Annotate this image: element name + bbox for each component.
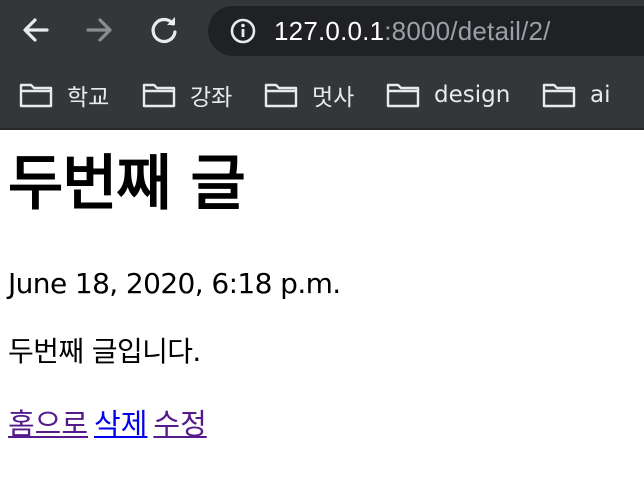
folder-icon bbox=[142, 83, 176, 108]
bookmark-folder-school[interactable]: 학교 bbox=[19, 79, 109, 111]
post-date: June 18, 2020, 6:18 p.m. bbox=[8, 267, 341, 300]
bookmark-label: ai bbox=[590, 82, 611, 108]
back-arrow-icon bbox=[23, 18, 49, 42]
bookmark-folder-courses[interactable]: 강좌 bbox=[142, 79, 232, 111]
bookmark-folder-ai[interactable]: ai bbox=[542, 79, 610, 111]
url-text[interactable]: 127.0.0.1:8000/detail/2/ bbox=[274, 16, 551, 46]
bookmarks-bar: 학교 강좌 멋사 design ai bbox=[0, 62, 644, 130]
bookmark-label: 멋사 bbox=[312, 85, 355, 111]
url-host: 127.0.0.1 bbox=[274, 16, 385, 46]
post-actions: 홈으로 삭제 수정 bbox=[8, 404, 213, 444]
reload-icon bbox=[151, 17, 177, 44]
browser-toolbar: 127.0.0.1:8000/detail/2/ bbox=[0, 0, 644, 62]
reload-button[interactable] bbox=[147, 13, 181, 47]
post-title: 두번째 글 bbox=[8, 149, 246, 219]
delete-link[interactable]: 삭제 bbox=[94, 407, 147, 441]
back-button[interactable] bbox=[19, 13, 53, 47]
forward-arrow-icon bbox=[86, 18, 112, 42]
bookmark-folder-design[interactable]: design bbox=[386, 79, 510, 111]
bookmark-label: design bbox=[434, 82, 511, 108]
bookmark-label: 강좌 bbox=[190, 85, 233, 111]
url-path: :8000/detail/2/ bbox=[384, 16, 551, 46]
folder-icon bbox=[19, 83, 53, 108]
bookmark-label: 학교 bbox=[67, 85, 110, 111]
forward-button[interactable] bbox=[82, 13, 116, 47]
folder-icon bbox=[264, 83, 298, 108]
folder-icon bbox=[542, 83, 576, 108]
edit-link[interactable]: 수정 bbox=[153, 407, 206, 441]
info-icon[interactable] bbox=[230, 18, 256, 44]
address-bar[interactable]: 127.0.0.1:8000/detail/2/ bbox=[208, 6, 644, 56]
post-body: 두번째 글입니다. bbox=[8, 335, 201, 368]
bookmark-folder-likelion[interactable]: 멋사 bbox=[264, 79, 354, 111]
home-link[interactable]: 홈으로 bbox=[8, 407, 88, 441]
folder-icon bbox=[386, 83, 420, 108]
